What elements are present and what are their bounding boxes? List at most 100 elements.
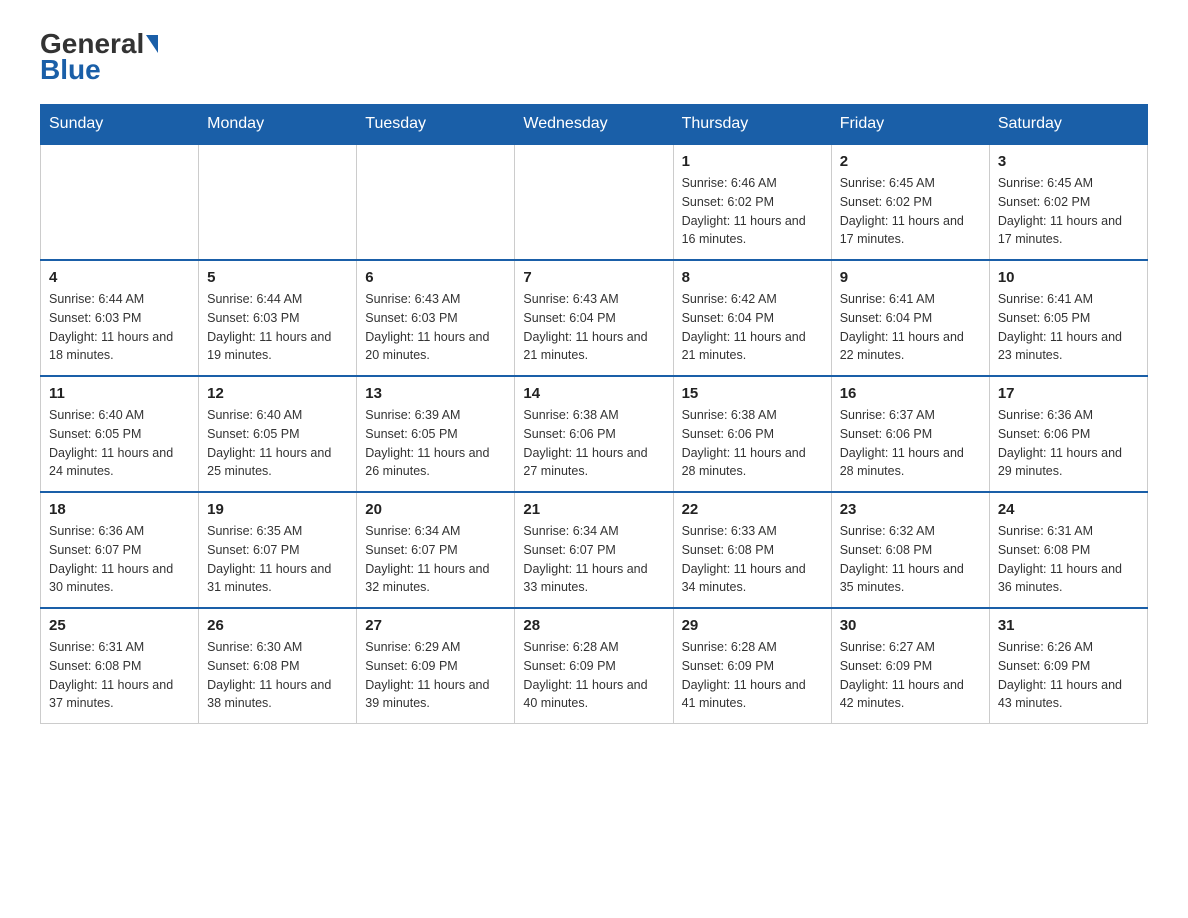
day-info: Sunrise: 6:43 AMSunset: 6:04 PMDaylight:… [523,290,664,365]
day-info: Sunrise: 6:40 AMSunset: 6:05 PMDaylight:… [207,406,348,481]
calendar-cell [357,144,515,260]
calendar-cell: 30 Sunrise: 6:27 AMSunset: 6:09 PMDayligh… [831,608,989,724]
day-number: 21 [523,501,664,518]
day-number: 23 [840,501,981,518]
day-number: 19 [207,501,348,518]
day-info: Sunrise: 6:45 AMSunset: 6:02 PMDaylight:… [840,174,981,249]
calendar-cell [515,144,673,260]
day-info: Sunrise: 6:38 AMSunset: 6:06 PMDaylight:… [682,406,823,481]
day-number: 12 [207,385,348,402]
calendar-cell: 26Sunrise: 6:30 AMSunset: 6:08 PMDayligh… [199,608,357,724]
day-number: 5 [207,269,348,286]
calendar-cell: 25 Sunrise: 6:31 AMSunset: 6:08 PMDayligh… [41,608,199,724]
calendar-cell: 5 Sunrise: 6:44 AMSunset: 6:03 PMDaylight… [199,260,357,376]
day-info: Sunrise: 6:27 AMSunset: 6:09 PMDaylight:… [840,638,981,713]
day-info: Sunrise: 6:37 AMSunset: 6:06 PMDaylight:… [840,406,981,481]
logo-triangle-icon [146,35,158,53]
calendar-cell: 15 Sunrise: 6:38 AMSunset: 6:06 PMDayligh… [673,376,831,492]
day-info: Sunrise: 6:31 AMSunset: 6:08 PMDaylight:… [998,522,1139,597]
calendar-cell: 20Sunrise: 6:34 AMSunset: 6:07 PMDayligh… [357,492,515,608]
column-header-tuesday: Tuesday [357,105,515,145]
day-info: Sunrise: 6:34 AMSunset: 6:07 PMDaylight:… [523,522,664,597]
day-info: Sunrise: 6:46 AMSunset: 6:02 PMDaylight:… [682,174,823,249]
logo: General Blue [40,30,158,84]
calendar-cell: 11Sunrise: 6:40 AMSunset: 6:05 PMDayligh… [41,376,199,492]
column-header-friday: Friday [831,105,989,145]
calendar-cell: 28 Sunrise: 6:28 AMSunset: 6:09 PMDayligh… [515,608,673,724]
day-info: Sunrise: 6:38 AMSunset: 6:06 PMDaylight:… [523,406,664,481]
week-row-4: 18 Sunrise: 6:36 AMSunset: 6:07 PMDayligh… [41,492,1148,608]
day-number: 15 [682,385,823,402]
day-info: Sunrise: 6:43 AMSunset: 6:03 PMDaylight:… [365,290,506,365]
day-info: Sunrise: 6:34 AMSunset: 6:07 PMDaylight:… [365,522,506,597]
day-info: Sunrise: 6:41 AMSunset: 6:05 PMDaylight:… [998,290,1139,365]
calendar-cell: 19 Sunrise: 6:35 AMSunset: 6:07 PMDayligh… [199,492,357,608]
calendar-cell: 4Sunrise: 6:44 AMSunset: 6:03 PMDaylight… [41,260,199,376]
calendar-cell: 7 Sunrise: 6:43 AMSunset: 6:04 PMDaylight… [515,260,673,376]
calendar-table: SundayMondayTuesdayWednesdayThursdayFrid… [40,104,1148,724]
column-header-sunday: Sunday [41,105,199,145]
day-info: Sunrise: 6:39 AMSunset: 6:05 PMDaylight:… [365,406,506,481]
column-header-saturday: Saturday [989,105,1147,145]
day-info: Sunrise: 6:36 AMSunset: 6:07 PMDaylight:… [49,522,190,597]
week-row-5: 25 Sunrise: 6:31 AMSunset: 6:08 PMDayligh… [41,608,1148,724]
day-number: 24 [998,501,1139,518]
day-info: Sunrise: 6:30 AMSunset: 6:08 PMDaylight:… [207,638,348,713]
day-number: 11 [49,385,190,402]
day-number: 31 [998,617,1139,634]
calendar-cell [199,144,357,260]
calendar-cell: 6Sunrise: 6:43 AMSunset: 6:03 PMDaylight… [357,260,515,376]
calendar-cell: 3 Sunrise: 6:45 AMSunset: 6:02 PMDaylight… [989,144,1147,260]
day-number: 28 [523,617,664,634]
calendar-cell: 14 Sunrise: 6:38 AMSunset: 6:06 PMDayligh… [515,376,673,492]
calendar-cell: 21 Sunrise: 6:34 AMSunset: 6:07 PMDayligh… [515,492,673,608]
calendar-cell: 27 Sunrise: 6:29 AMSunset: 6:09 PMDayligh… [357,608,515,724]
day-number: 1 [682,153,823,170]
day-info: Sunrise: 6:41 AMSunset: 6:04 PMDaylight:… [840,290,981,365]
day-number: 27 [365,617,506,634]
day-number: 30 [840,617,981,634]
column-header-wednesday: Wednesday [515,105,673,145]
day-number: 9 [840,269,981,286]
day-number: 22 [682,501,823,518]
day-number: 3 [998,153,1139,170]
calendar-cell: 13 Sunrise: 6:39 AMSunset: 6:05 PMDayligh… [357,376,515,492]
calendar-cell: 22 Sunrise: 6:33 AMSunset: 6:08 PMDayligh… [673,492,831,608]
day-number: 10 [998,269,1139,286]
calendar-cell: 12 Sunrise: 6:40 AMSunset: 6:05 PMDayligh… [199,376,357,492]
calendar-cell [41,144,199,260]
week-row-2: 4 Sunrise: 6:44 AMSunset: 6:03 PMDaylight… [41,260,1148,376]
calendar-cell: 31Sunrise: 6:26 AMSunset: 6:09 PMDayligh… [989,608,1147,724]
day-info: Sunrise: 6:33 AMSunset: 6:08 PMDaylight:… [682,522,823,597]
day-number: 18 [49,501,190,518]
calendar-cell: 16Sunrise: 6:37 AMSunset: 6:06 PMDayligh… [831,376,989,492]
page-header: General Blue [40,30,1148,84]
day-info: Sunrise: 6:29 AMSunset: 6:09 PMDaylight:… [365,638,506,713]
day-number: 7 [523,269,664,286]
calendar-cell: 23 Sunrise: 6:32 AMSunset: 6:08 PMDayligh… [831,492,989,608]
calendar-cell: 17 Sunrise: 6:36 AMSunset: 6:06 PMDayligh… [989,376,1147,492]
calendar-cell: 1 Sunrise: 6:46 AMSunset: 6:02 PMDaylight… [673,144,831,260]
day-number: 8 [682,269,823,286]
day-number: 13 [365,385,506,402]
day-info: Sunrise: 6:31 AMSunset: 6:08 PMDaylight:… [49,638,190,713]
week-row-3: 11 Sunrise: 6:40 AMSunset: 6:05 PMDayligh… [41,376,1148,492]
calendar-cell: 10 Sunrise: 6:41 AMSunset: 6:05 PMDayligh… [989,260,1147,376]
day-info: Sunrise: 6:44 AMSunset: 6:03 PMDaylight:… [207,290,348,365]
calendar-cell: 29Sunrise: 6:28 AMSunset: 6:09 PMDayligh… [673,608,831,724]
day-number: 17 [998,385,1139,402]
calendar-cell: 2Sunrise: 6:45 AMSunset: 6:02 PMDaylight… [831,144,989,260]
calendar-cell: 24 Sunrise: 6:31 AMSunset: 6:08 PMDayligh… [989,492,1147,608]
column-header-thursday: Thursday [673,105,831,145]
day-info: Sunrise: 6:36 AMSunset: 6:06 PMDaylight:… [998,406,1139,481]
day-info: Sunrise: 6:28 AMSunset: 6:09 PMDaylight:… [523,638,664,713]
day-number: 14 [523,385,664,402]
day-info: Sunrise: 6:28 AMSunset: 6:09 PMDaylight:… [682,638,823,713]
calendar-cell: 9 Sunrise: 6:41 AMSunset: 6:04 PMDaylight… [831,260,989,376]
day-number: 25 [49,617,190,634]
calendar-cell: 18 Sunrise: 6:36 AMSunset: 6:07 PMDayligh… [41,492,199,608]
day-info: Sunrise: 6:32 AMSunset: 6:08 PMDaylight:… [840,522,981,597]
day-info: Sunrise: 6:35 AMSunset: 6:07 PMDaylight:… [207,522,348,597]
day-info: Sunrise: 6:45 AMSunset: 6:02 PMDaylight:… [998,174,1139,249]
day-number: 4 [49,269,190,286]
